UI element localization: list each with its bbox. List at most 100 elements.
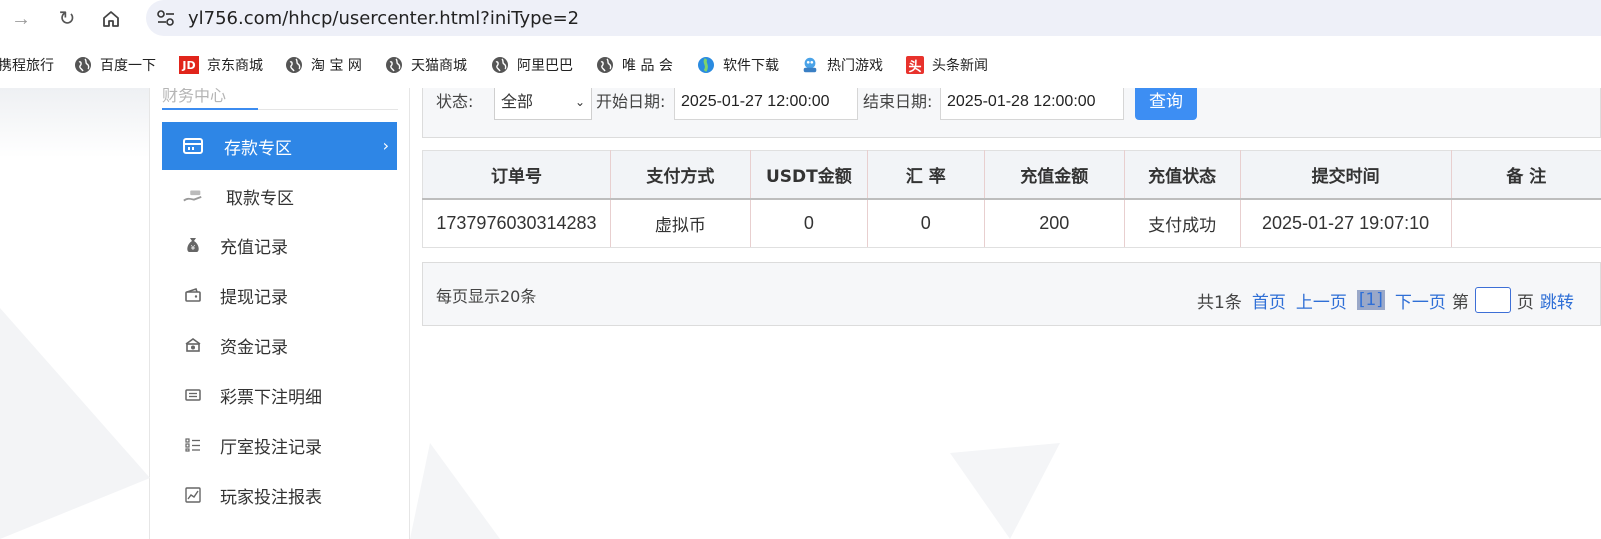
page-number-input[interactable] [1474,287,1511,313]
status-select-value: 全部 [501,92,534,111]
site-settings-icon[interactable] [156,9,176,27]
bookmarks-bar: 携程旅行 百度一下 JD 京东商城 淘 宝 网 天猫商城 阿里巴巴 唯 品 会 … [0,44,1601,84]
table-row[interactable]: 1737976030314283 虚拟币 0 0 200 支付成功 2025-0… [422,198,1601,248]
bookmark-label: 软件下载 [723,58,779,74]
sidebar-item-hall-bets[interactable]: 厅室投注记录 [162,421,397,469]
bookmark-label: 热门游戏 [827,58,883,74]
goto-prefix: 第 [1451,292,1469,313]
next-page-link[interactable]: 下一页 [1395,288,1446,313]
total-count: 共1条 [1197,292,1242,313]
sidebar-item-label: 取款专区 [226,188,294,209]
sidebar-item-label: 存款专区 [224,138,292,159]
column-header: 充值状态 [1124,150,1241,200]
status-label: 状态: [436,92,474,111]
deposit-icon [182,135,204,157]
bookmark-alibaba[interactable]: 阿里巴巴 [491,54,573,76]
chevron-right-icon: › [382,136,389,155]
first-page-link[interactable]: 首页 [1252,288,1286,313]
usdt-amount-cell: 0 [750,198,868,248]
end-date-input[interactable]: 2025-01-28 12:00:00 [940,88,1124,120]
reload-icon[interactable]: ↻ [54,6,80,32]
end-date-label: 结束日期: [863,92,933,111]
sidebar: 财务中心 存款专区 › 取款专区 ¥ 充值记录 提现记录 资金记录 彩票下注明细 [150,88,410,539]
goto-suffix: 页 [1516,292,1534,313]
recharge-amount-cell: 200 [984,198,1125,248]
bookmark-label: 唯 品 会 [622,58,673,74]
svg-text:¥: ¥ [191,244,196,252]
bookmark-label: 天猫商城 [411,58,467,74]
bookmark-tmall[interactable]: 天猫商城 [385,54,467,76]
sidebar-item-label: 彩票下注明细 [220,387,322,408]
start-date-label: 开始日期: [596,92,666,111]
page-content: 财务中心 存款专区 › 取款专区 ¥ 充值记录 提现记录 资金记录 彩票下注明细 [0,88,1601,539]
sidebar-item-label: 充值记录 [220,237,288,258]
decorative-shape [0,308,150,539]
bookmark-taobao[interactable]: 淘 宝 网 [285,54,362,76]
forward-icon[interactable]: → [8,6,34,32]
sidebar-item-lottery-bets[interactable]: 彩票下注明细 [162,371,397,419]
globe-icon [491,56,509,74]
recharge-status-cell: 支付成功 [1124,198,1241,248]
browser-toolbar: → ↻ yl756.com/hhcp/usercenter.html?iniTy… [0,0,1601,38]
sidebar-item-label: 厅室投注记录 [220,437,322,458]
bookmark-label: 百度一下 [100,58,156,74]
bookmark-ctrip[interactable]: 携程旅行 [0,54,54,76]
bookmark-label: 阿里巴巴 [517,58,573,74]
ticket-icon [182,384,204,406]
download-icon [697,56,715,74]
bookmark-games[interactable]: 热门游戏 [801,54,883,76]
globe-icon [596,56,614,74]
column-header: 汇 率 [867,150,985,200]
url-text[interactable]: yl756.com/hhcp/usercenter.html?iniType=2 [188,8,579,29]
query-button[interactable]: 查询 [1135,88,1197,120]
bookmark-software[interactable]: 软件下载 [697,54,779,76]
filter-bar: 状态: 全部 ⌄ 开始日期: 2025-01-27 12:00:00 结束日期:… [422,88,1601,138]
column-header: 支付方式 [610,150,751,200]
jd-logo-icon: JD [179,56,199,74]
fund-icon [182,334,204,356]
chevron-down-icon: ⌄ [574,95,585,109]
column-header: 备 注 [1451,150,1601,200]
bookmark-baidu[interactable]: 百度一下 [74,54,156,76]
table-header-row: 订单号 支付方式 USDT金额 汇 率 充值金额 充值状态 提交时间 备 注 [422,150,1601,200]
order-id-cell: 1737976030314283 [422,198,611,248]
sidebar-item-label: 资金记录 [220,337,288,358]
home-icon[interactable] [98,6,124,32]
toutiao-icon: 头 [906,56,924,75]
status-select[interactable]: 全部 ⌄ [494,88,592,120]
sidebar-item-fund-records[interactable]: 资金记录 [162,321,397,369]
bookmark-vip[interactable]: 唯 品 会 [596,54,673,76]
sidebar-tab-indicator [162,108,258,110]
globe-icon [285,56,303,74]
column-header: 提交时间 [1240,150,1452,200]
bookmark-label: 头条新闻 [932,58,988,74]
exchange-rate-cell: 0 [867,198,985,248]
sidebar-item-withdraw-records[interactable]: 提现记录 [162,271,397,319]
current-page: [1] [1356,290,1385,310]
bookmark-label: 携程旅行 [0,58,54,74]
decorative-shape [410,443,500,539]
per-page-text: 每页显示20条 [436,287,537,306]
start-date-input[interactable]: 2025-01-27 12:00:00 [674,88,858,120]
bookmark-toutiao[interactable]: 头 头条新闻 [906,54,988,76]
prev-page-link[interactable]: 上一页 [1296,288,1347,313]
sidebar-header: 财务中心 [162,88,227,105]
column-header: USDT金额 [750,150,868,200]
bookmark-label: 淘 宝 网 [311,58,362,74]
sidebar-item-recharge-records[interactable]: ¥ 充值记录 [162,221,397,269]
wallet-icon [182,284,204,306]
globe-icon [385,56,403,74]
sidebar-item-withdraw[interactable]: 取款专区 [162,172,397,220]
bookmark-jd[interactable]: JD 京东商城 [179,54,263,76]
remark-cell [1451,198,1601,248]
orders-table: 订单号 支付方式 USDT金额 汇 率 充值金额 充值状态 提交时间 备 注 1… [422,150,1601,248]
bookmark-label: 京东商城 [207,58,263,74]
sidebar-item-label: 提现记录 [220,287,288,308]
payment-method-cell: 虚拟币 [610,198,751,248]
withdraw-icon [182,185,204,207]
address-bar[interactable]: yl756.com/hhcp/usercenter.html?iniType=2 [146,0,1601,36]
decorative-shape [950,443,1060,539]
jump-link[interactable]: 跳转 [1540,288,1574,313]
sidebar-item-deposit[interactable]: 存款专区 › [162,122,397,170]
sidebar-item-player-report[interactable]: 玩家投注报表 [162,471,397,519]
